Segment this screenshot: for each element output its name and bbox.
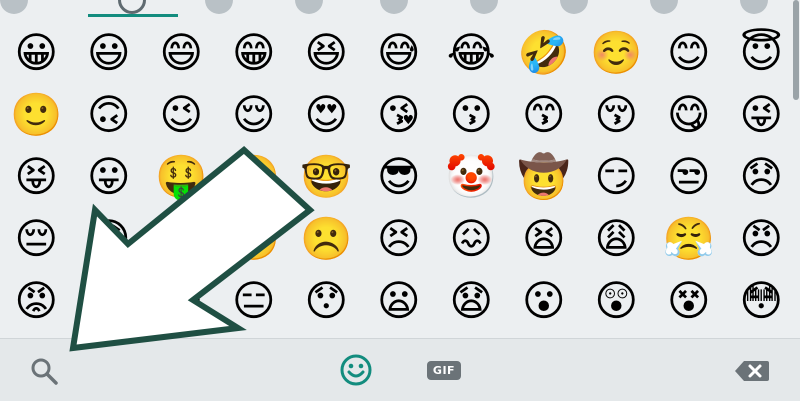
emoji-key[interactable]: 😍: [290, 84, 363, 146]
emoji-key[interactable]: 😵: [653, 270, 726, 332]
emoji-key[interactable]: 😩: [580, 208, 653, 270]
emoji-key[interactable]: 😅: [363, 22, 436, 84]
car-icon[interactable]: [470, 0, 498, 14]
emoji-key[interactable]: 😃: [73, 22, 146, 84]
emoji-key[interactable]: 😔: [0, 208, 73, 270]
emoji-key[interactable]: ☺️: [580, 22, 653, 84]
food-icon[interactable]: [295, 0, 323, 14]
emoji-key[interactable]: 🤠: [508, 146, 581, 208]
backspace-icon: [735, 361, 769, 381]
emoji-key[interactable]: 😋: [653, 84, 726, 146]
emoji-key[interactable]: 😏: [580, 146, 653, 208]
backspace-button[interactable]: [732, 355, 772, 387]
keyboard-bottom-bar: GIF: [0, 338, 800, 401]
emoji-key[interactable]: 😛: [73, 146, 146, 208]
emoji-key[interactable]: 😟: [73, 208, 146, 270]
emoji-key[interactable]: 😠: [725, 208, 798, 270]
emoji-key[interactable]: 😡: [0, 270, 73, 332]
emoji-key[interactable]: 😳: [725, 270, 798, 332]
emoji-key[interactable]: 😇: [725, 22, 798, 84]
emoji-key[interactable]: 😕: [145, 208, 218, 270]
emoji-key[interactable]: 😦: [363, 270, 436, 332]
emoji-key[interactable]: 😚: [580, 84, 653, 146]
emoji-key[interactable]: 😣: [363, 208, 436, 270]
emoji-key[interactable]: 😮: [508, 270, 581, 332]
emoji-key[interactable]: 🤗: [218, 146, 291, 208]
emoji-key[interactable]: 😌: [218, 84, 291, 146]
recent-icon[interactable]: [0, 0, 28, 14]
emoji-key[interactable]: 🙁: [218, 208, 291, 270]
emoji-key[interactable]: 😫: [508, 208, 581, 270]
emoji-key[interactable]: 😗: [435, 84, 508, 146]
category-tab-bar: [0, 0, 800, 20]
emoji-tab-button[interactable]: [336, 352, 376, 388]
emoji-key[interactable]: 😖: [435, 208, 508, 270]
emoji-key[interactable]: 😄: [145, 22, 218, 84]
emoji-key[interactable]: 😲: [580, 270, 653, 332]
emoji-key[interactable]: 🤣: [508, 22, 581, 84]
sport-icon[interactable]: [380, 0, 408, 14]
emoji-key[interactable]: 🙂: [0, 84, 73, 146]
emoji-smiley-icon: [340, 354, 372, 386]
emoji-key[interactable]: 😯: [290, 270, 363, 332]
emoji-key[interactable]: 😑: [218, 270, 291, 332]
emoji-key[interactable]: 🤑: [145, 146, 218, 208]
gif-tab-button[interactable]: GIF: [422, 357, 466, 383]
emoji-key[interactable]: 😤: [653, 208, 726, 270]
emoji-key[interactable]: 🤡: [435, 146, 508, 208]
search-button[interactable]: [26, 355, 62, 387]
emoji-key[interactable]: 🙃: [73, 84, 146, 146]
search-icon: [31, 358, 58, 385]
smiley-icon[interactable]: [118, 0, 146, 14]
active-tab-indicator: [88, 14, 178, 17]
emoji-key[interactable]: 😂: [435, 22, 508, 84]
emoji-key[interactable]: ☹️: [290, 208, 363, 270]
emoji-key[interactable]: 😧: [435, 270, 508, 332]
emoji-key[interactable]: 😒: [653, 146, 726, 208]
gif-label: GIF: [426, 360, 462, 380]
emoji-key[interactable]: 😶: [73, 270, 146, 332]
emoji-key[interactable]: 😞: [725, 146, 798, 208]
emoji-key[interactable]: 🤓: [290, 146, 363, 208]
emoji-key[interactable]: 😐: [145, 270, 218, 332]
emoji-key[interactable]: 😙: [508, 84, 581, 146]
emoji-key[interactable]: 😊: [653, 22, 726, 84]
emoji-key[interactable]: 😆: [290, 22, 363, 84]
emoji-key[interactable]: 😜: [725, 84, 798, 146]
animal-icon[interactable]: [205, 0, 233, 14]
emoji-key[interactable]: 😁: [218, 22, 291, 84]
emoji-key[interactable]: 😘: [363, 84, 436, 146]
flag-icon[interactable]: [740, 0, 768, 14]
emoji-key[interactable]: 😉: [145, 84, 218, 146]
emoji-key[interactable]: 😀: [0, 22, 73, 84]
emoji-key[interactable]: 😝: [0, 146, 73, 208]
emoji-key[interactable]: 😎: [363, 146, 436, 208]
lightbulb-icon[interactable]: [560, 0, 588, 14]
symbols-icon[interactable]: [650, 0, 678, 14]
